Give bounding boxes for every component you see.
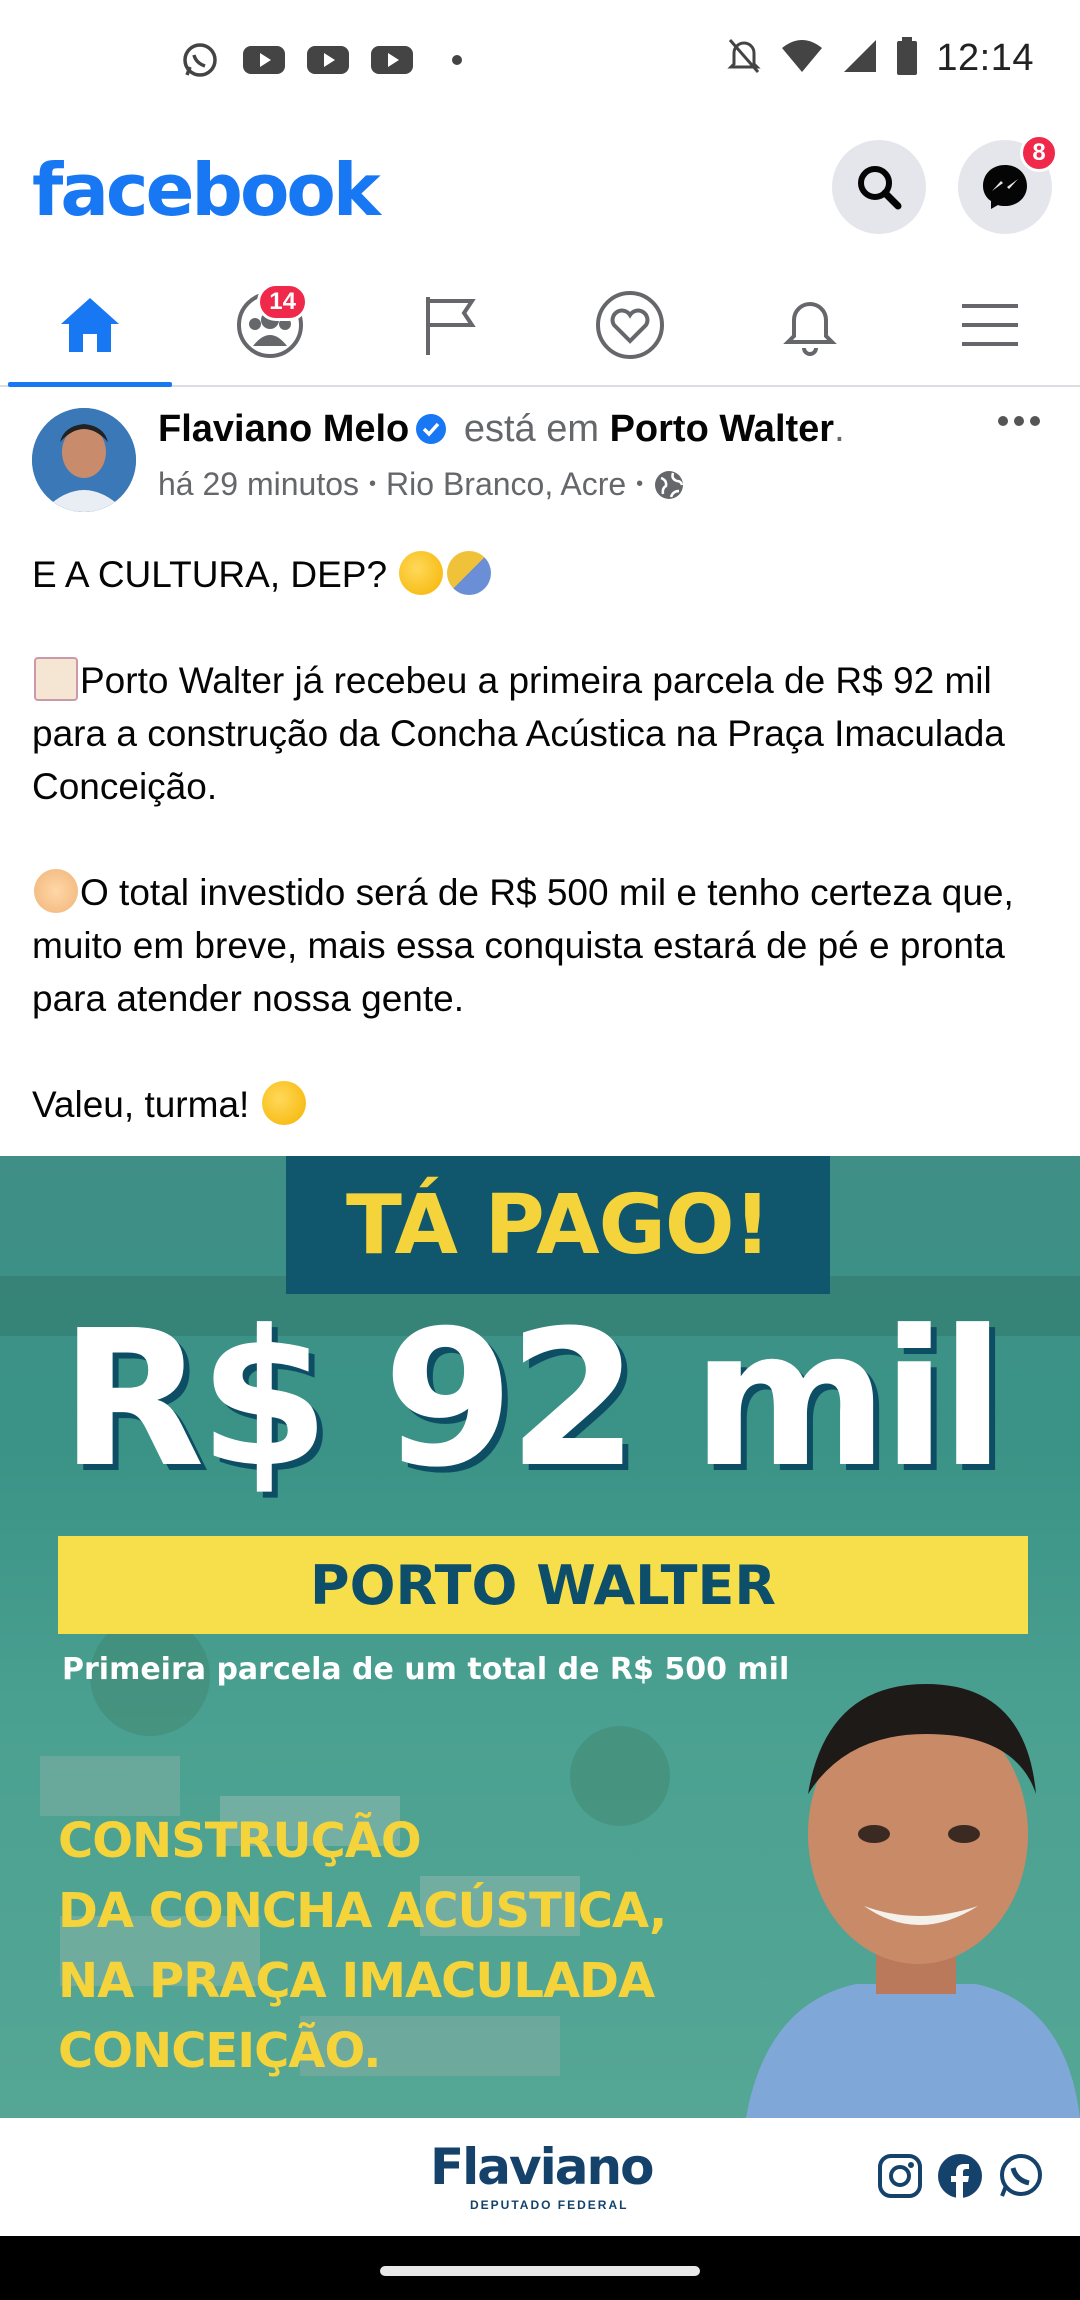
post-meta: há 29 minutos • Rio Branco, Acre • bbox=[158, 466, 685, 503]
post-location[interactable]: Rio Branco, Acre bbox=[386, 466, 626, 503]
battery-icon bbox=[896, 37, 918, 80]
search-icon bbox=[858, 166, 902, 210]
dot-icon bbox=[1030, 416, 1040, 426]
whatsapp-icon bbox=[1000, 2154, 1042, 2197]
memo-icon bbox=[34, 657, 78, 701]
post-header: Flaviano Melo está em Porto Walter. há 2… bbox=[0, 404, 1080, 524]
post-paragraph: Porto Walter já recebeu a primeira parce… bbox=[32, 654, 1052, 813]
amount-headline: R$ 92 mil bbox=[60, 1290, 1005, 1509]
status-bar: 12:14 bbox=[0, 0, 1080, 120]
tab-dating[interactable] bbox=[540, 265, 720, 385]
post-author-line: Flaviano Melo está em Porto Walter. bbox=[158, 408, 845, 451]
social-icons bbox=[876, 2152, 1044, 2200]
youtube-icon bbox=[370, 38, 414, 82]
brand-logo: Flaviano bbox=[430, 2138, 654, 2196]
groups-badge: 14 bbox=[257, 283, 308, 321]
meta-separator: • bbox=[636, 473, 644, 495]
nav-tabs: 14 bbox=[0, 265, 1080, 387]
messenger-badge: 8 bbox=[1020, 134, 1058, 172]
wifi-icon bbox=[780, 38, 824, 79]
post-text-line: O total investido será de R$ 500 mil e t… bbox=[32, 872, 1014, 1019]
post-image[interactable]: TÁ PAGO! R$ 92 mil PORTO WALTER Primeira… bbox=[0, 1156, 1080, 2118]
clock: 12:14 bbox=[936, 37, 1034, 79]
home-gesture-handle[interactable] bbox=[380, 2266, 700, 2276]
bell-icon bbox=[783, 302, 837, 356]
post-text-line: E A CULTURA, DEP? bbox=[32, 554, 388, 595]
winking-face-icon bbox=[261, 1081, 306, 1125]
messenger-icon bbox=[983, 165, 1027, 209]
performing-arts-icon bbox=[447, 551, 492, 595]
tab-groups[interactable]: 14 bbox=[180, 265, 360, 385]
subline-text: Primeira parcela de um total de R$ 500 m… bbox=[62, 1652, 790, 1687]
tab-notifications[interactable] bbox=[720, 265, 900, 385]
construcao-line: CONSTRUÇÃO bbox=[58, 1813, 422, 1869]
globe-icon bbox=[655, 470, 684, 499]
avatar[interactable] bbox=[32, 408, 136, 512]
meta-separator: • bbox=[369, 473, 377, 495]
youtube-icon bbox=[242, 38, 286, 82]
politician-photo bbox=[746, 1684, 1080, 2118]
search-button[interactable] bbox=[832, 140, 926, 234]
whatsapp-icon bbox=[178, 38, 222, 82]
city-name: PORTO WALTER bbox=[310, 1553, 776, 1617]
image-footer: Flaviano DEPUTADO FEDERAL bbox=[0, 2118, 1080, 2236]
post-paragraph: E A CULTURA, DEP? bbox=[32, 548, 1052, 601]
home-icon bbox=[61, 298, 119, 352]
instagram-icon bbox=[878, 2154, 922, 2198]
clapping-hands-icon bbox=[34, 869, 78, 913]
facebook-icon bbox=[938, 2154, 982, 2198]
post-time[interactable]: há 29 minutos bbox=[158, 466, 359, 503]
youtube-icon bbox=[306, 38, 350, 82]
author-name[interactable]: Flaviano Melo bbox=[158, 408, 409, 450]
post-paragraph: Valeu, turma! bbox=[32, 1078, 1052, 1131]
verified-icon bbox=[416, 414, 447, 444]
post-body: E A CULTURA, DEP? Porto Walter já recebe… bbox=[32, 548, 1052, 1184]
checkin-place[interactable]: Porto Walter bbox=[610, 408, 835, 450]
menu-icon bbox=[962, 304, 1018, 346]
facebook-logo[interactable]: facebook bbox=[32, 148, 381, 232]
tab-home[interactable] bbox=[0, 265, 180, 387]
app-header: facebook 8 bbox=[0, 130, 1080, 250]
checkin-connector: está em bbox=[453, 408, 610, 450]
dot-icon bbox=[998, 416, 1008, 426]
construcao-text: CONSTRUÇÃO DA CONCHA ACÚSTICA, NA PRAÇA … bbox=[58, 1806, 667, 2086]
post-text-line: Valeu, turma! bbox=[32, 1084, 250, 1125]
system-icons: 12:14 bbox=[726, 36, 1034, 81]
mute-icon bbox=[726, 36, 762, 81]
post-text-line: Porto Walter já recebeu a primeira parce… bbox=[32, 660, 1005, 807]
city-band: PORTO WALTER bbox=[58, 1536, 1028, 1634]
signal-icon bbox=[842, 38, 878, 79]
tab-menu[interactable] bbox=[900, 265, 1080, 385]
tab-pages[interactable] bbox=[360, 265, 540, 385]
more-options-button[interactable] bbox=[998, 416, 1040, 426]
messenger-button[interactable]: 8 bbox=[958, 134, 1058, 234]
construcao-line: DA CONCHA ACÚSTICA, bbox=[58, 1883, 667, 1939]
flag-icon bbox=[426, 297, 476, 355]
checkin-period: . bbox=[834, 408, 845, 450]
ta-pago-banner: TÁ PAGO! bbox=[286, 1156, 830, 1294]
heart-icon bbox=[596, 291, 664, 359]
construcao-line: CONCEIÇÃO. bbox=[58, 2023, 381, 2079]
post-paragraph: O total investido será de R$ 500 mil e t… bbox=[32, 866, 1052, 1025]
thinking-face-icon bbox=[399, 551, 444, 595]
brand-subtitle: DEPUTADO FEDERAL bbox=[470, 2198, 629, 2212]
ta-pago-text: TÁ PAGO! bbox=[345, 1177, 771, 1273]
system-navigation-bar bbox=[0, 2236, 1080, 2300]
notification-icons bbox=[178, 38, 462, 82]
construcao-line: NA PRAÇA IMACULADA bbox=[58, 1953, 655, 2009]
dot-icon bbox=[1014, 416, 1024, 426]
dot-icon bbox=[452, 55, 462, 65]
